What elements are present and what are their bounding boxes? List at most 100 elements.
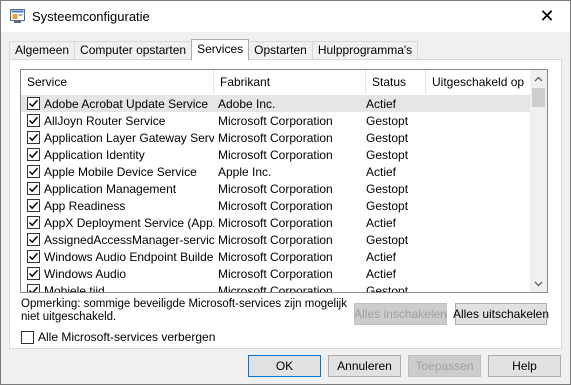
maker-cell: Microsoft Corporation <box>218 113 333 128</box>
tab-services[interactable]: Services <box>191 39 250 60</box>
service-checkbox[interactable] <box>27 233 40 246</box>
list-header: Service Fabrikant Status Uitgeschakeld o… <box>21 70 530 94</box>
service-checkbox[interactable] <box>27 267 40 280</box>
status-cell: Gestopt <box>366 130 409 145</box>
service-checkbox[interactable] <box>27 165 40 178</box>
column-header-status[interactable]: Status <box>366 70 426 94</box>
table-row[interactable]: Windows Audio Microsoft Corporation Actief <box>21 265 530 282</box>
tab-hulpprogrammas[interactable]: Hulpprogramma's <box>311 41 419 60</box>
window-title: Systeemconfiguratie <box>32 9 150 24</box>
table-row[interactable]: App Readiness Microsoft Corporation Gestop… <box>21 197 530 214</box>
service-name: Apple Mobile Device Service <box>44 164 197 179</box>
service-checkbox[interactable] <box>27 250 40 263</box>
note-text: Opmerking: sommige beveiligde Microsoft-… <box>21 298 347 323</box>
cancel-button[interactable]: Annuleren <box>328 355 401 377</box>
service-cell: AllJoyn Router Service <box>21 114 214 128</box>
status-cell: Actief <box>366 249 397 264</box>
service-cell: App Readiness <box>21 199 214 213</box>
status-cell: Actief <box>366 164 397 179</box>
table-row[interactable]: AssignedAccessManager-service Microsoft C… <box>21 231 530 248</box>
vertical-scrollbar[interactable] <box>530 70 547 292</box>
enable-all-button[interactable]: Alles inschakelen <box>354 303 447 325</box>
status-cell: Actief <box>366 96 397 111</box>
service-cell: AssignedAccessManager-service <box>21 233 214 247</box>
status-cell: Actief <box>366 215 397 230</box>
maker-cell: Microsoft Corporation <box>218 249 333 264</box>
service-name: Application Management <box>44 181 177 196</box>
close-button[interactable]: ✕ <box>524 1 570 32</box>
table-row[interactable]: AppX Deployment Service (AppX... Microsof… <box>21 214 530 231</box>
table-row[interactable]: Windows Audio Endpoint Builder Microsoft … <box>21 248 530 265</box>
maker-cell: Apple Inc. <box>218 164 272 179</box>
service-cell: Apple Mobile Device Service <box>21 165 214 179</box>
tab-opstarten[interactable]: Opstarten <box>248 41 313 60</box>
hide-microsoft-services-label: Alle Microsoft-services verbergen <box>38 330 216 344</box>
service-checkbox[interactable] <box>27 284 40 292</box>
service-cell: Application Management <box>21 182 214 196</box>
scroll-down-button[interactable] <box>530 275 547 292</box>
maker-cell: Microsoft Corporation <box>218 147 333 162</box>
status-cell: Actief <box>366 266 397 281</box>
service-cell: Windows Audio Endpoint Builder <box>21 250 214 264</box>
apply-button[interactable]: Toepassen <box>408 355 481 377</box>
service-cell: Mobiele tijd <box>21 283 214 293</box>
status-cell: Gestopt <box>366 232 409 247</box>
service-checkbox[interactable] <box>27 182 40 195</box>
service-name: Adobe Acrobat Update Service <box>44 96 209 111</box>
maker-cell: Adobe Inc. <box>218 96 276 111</box>
service-cell: Adobe Acrobat Update Service <box>21 97 214 111</box>
service-checkbox[interactable] <box>27 97 40 110</box>
column-header-disabled[interactable]: Uitgeschakeld op <box>426 70 530 94</box>
status-cell: Gestopt <box>366 198 409 213</box>
maker-cell: Microsoft Corporation <box>218 283 333 293</box>
hide-microsoft-services-checkbox[interactable] <box>21 330 34 344</box>
table-row[interactable]: Application Layer Gateway Service Microso… <box>21 129 530 146</box>
disable-all-button[interactable]: Alles uitschakelen <box>453 303 549 325</box>
hide-microsoft-services[interactable]: Alle Microsoft-services verbergen <box>21 330 215 344</box>
service-cell: Windows Audio <box>21 267 214 281</box>
service-name: AppX Deployment Service (AppX... <box>44 215 214 230</box>
maker-cell: Microsoft Corporation <box>218 266 333 281</box>
column-header-service[interactable]: Service <box>21 70 214 94</box>
tab-algemeen[interactable]: Algemeen <box>9 41 76 60</box>
service-cell: AppX Deployment Service (AppX... <box>21 216 214 230</box>
scroll-up-button[interactable] <box>530 70 547 87</box>
maker-cell: Microsoft Corporation <box>218 130 333 145</box>
service-name: Application Layer Gateway Service <box>44 130 214 145</box>
ok-button[interactable]: OK <box>248 355 321 377</box>
maker-cell: Microsoft Corporation <box>218 181 333 196</box>
maker-cell: Microsoft Corporation <box>218 198 333 213</box>
service-cell: Application Identity <box>21 148 214 162</box>
service-checkbox[interactable] <box>27 131 40 144</box>
service-name: AssignedAccessManager-service <box>44 232 214 247</box>
status-cell: Gestopt <box>366 147 409 162</box>
system-configuration-window: Systeemconfiguratie ✕ Algemeen Computer … <box>0 0 571 385</box>
service-name: AllJoyn Router Service <box>44 113 166 128</box>
table-row[interactable]: Adobe Acrobat Update Service Adobe Inc. Ac… <box>21 95 530 112</box>
services-rows: Adobe Acrobat Update Service Adobe Inc. Ac… <box>21 95 530 293</box>
tab-computer-opstarten[interactable]: Computer opstarten <box>74 41 193 60</box>
service-checkbox[interactable] <box>27 216 40 229</box>
service-name: Mobiele tijd <box>44 283 105 293</box>
table-row[interactable]: Mobiele tijd Microsoft Corporation Gestopt <box>21 282 530 293</box>
tab-strip: Algemeen Computer opstarten Services Ops… <box>9 39 419 60</box>
service-name: Windows Audio Endpoint Builder <box>44 249 214 264</box>
scrollbar-thumb[interactable] <box>532 88 545 107</box>
table-row[interactable]: Application Management Microsoft Corporat… <box>21 180 530 197</box>
msconfig-icon <box>10 9 25 23</box>
maker-cell: Microsoft Corporation <box>218 232 333 247</box>
help-button[interactable]: Help <box>488 355 561 377</box>
scroll-up-icon <box>534 76 543 81</box>
service-checkbox[interactable] <box>27 199 40 212</box>
service-name: Application Identity <box>44 147 145 162</box>
service-cell: Application Layer Gateway Service <box>21 131 214 145</box>
service-checkbox[interactable] <box>27 114 40 127</box>
title-bar: Systeemconfiguratie ✕ <box>1 1 570 32</box>
scroll-down-icon <box>534 281 543 286</box>
table-row[interactable]: Apple Mobile Device Service Apple Inc. Act… <box>21 163 530 180</box>
service-checkbox[interactable] <box>27 148 40 161</box>
column-header-maker[interactable]: Fabrikant <box>214 70 366 94</box>
services-list: Service Fabrikant Status Uitgeschakeld o… <box>20 69 548 293</box>
table-row[interactable]: AllJoyn Router Service Microsoft Corporat… <box>21 112 530 129</box>
table-row[interactable]: Application Identity Microsoft Corporatio… <box>21 146 530 163</box>
